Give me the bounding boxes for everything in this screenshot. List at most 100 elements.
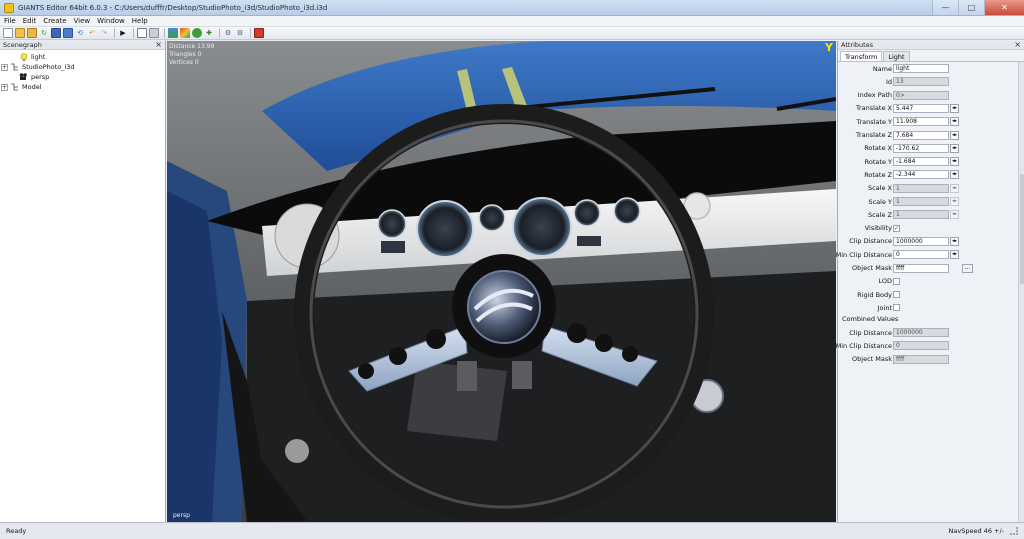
window-title: GIANTS Editor 64bit 6.0.3 - C:/Users/duf… [18, 3, 328, 12]
tree-node-persp[interactable]: persp [10, 72, 165, 82]
name-field[interactable]: light [893, 64, 949, 73]
scrollbar-thumb[interactable] [1020, 174, 1024, 284]
menu-edit[interactable]: Edit [23, 17, 37, 25]
tab-light[interactable]: Light [883, 51, 910, 61]
play-icon[interactable]: ▶ [118, 28, 128, 38]
save-as-icon[interactable] [63, 28, 73, 38]
toolbar-separator [114, 28, 115, 38]
attr-row-joint: Joint [838, 302, 1018, 313]
tree-node-model[interactable]: + Model [1, 82, 165, 92]
attr-label: Object Mask [852, 355, 892, 364]
attr-row-clip-distance: Clip Distance 1000000 ◂▸ [838, 236, 1018, 247]
translate-z-field[interactable]: 7.684 [893, 130, 949, 140]
scale-y-field: 1 [893, 197, 949, 206]
attr-row-name: Name light [838, 63, 1018, 74]
menu-window[interactable]: Window [97, 17, 125, 25]
camera-name-label: persp [173, 512, 190, 519]
rotate-y-field[interactable]: -1.684 [893, 157, 949, 167]
tree-node-studiophoto[interactable]: + StudioPhoto_i3d [1, 62, 165, 72]
visibility-checkbox[interactable]: ✓ [893, 224, 900, 232]
status-text: Ready [6, 527, 27, 535]
new-file-icon[interactable] [3, 28, 13, 38]
undo-icon[interactable]: ↶ [87, 28, 97, 38]
rigid-body-checkbox[interactable] [893, 291, 900, 299]
distance-stat: Distance 13.99 [169, 43, 215, 50]
expand-toggle[interactable]: + [1, 63, 8, 71]
minimize-button[interactable]: — [932, 0, 958, 15]
reload-icon[interactable]: ↻ [39, 28, 49, 38]
select-icon[interactable] [137, 28, 147, 38]
scale-z-stepper[interactable]: ◂▸ [950, 210, 959, 220]
foliage-icon[interactable] [192, 28, 202, 38]
object-mask-field[interactable]: ffff [893, 263, 949, 273]
attr-row-rotate-y: Rotate Y -1.684 ◂▸ [838, 156, 1018, 167]
clip-distance-stepper[interactable]: ◂▸ [950, 236, 959, 246]
attr-row-min-clip-distance: Min Clip Distance 0 ◂▸ [836, 249, 1018, 260]
resize-grip[interactable] [1010, 527, 1018, 535]
3d-viewport[interactable]: Distance 13.99 Triangles 0 Vertices 0 Y … [167, 41, 836, 522]
menu-help[interactable]: Help [132, 17, 148, 25]
rotate-y-stepper[interactable]: ◂▸ [950, 157, 959, 167]
maximize-button[interactable]: □ [958, 0, 984, 15]
toolbar-separator [219, 28, 220, 38]
open-icon[interactable] [27, 28, 37, 38]
rotate-z-stepper[interactable]: ◂▸ [950, 170, 959, 180]
move-icon[interactable]: ✚ [204, 28, 214, 38]
clip-distance-field[interactable]: 1000000 [893, 236, 949, 246]
rotate-x-stepper[interactable]: ◂▸ [950, 143, 959, 153]
transform-group-icon [10, 83, 19, 91]
gear-icon[interactable]: ⚙ [223, 28, 233, 38]
scale-x-stepper[interactable]: ◂▸ [950, 183, 959, 193]
attr-label: Clip Distance [849, 328, 892, 337]
attributes-scrollbar[interactable] [1018, 62, 1024, 522]
min-clip-distance-field[interactable]: 0 [893, 250, 949, 260]
translate-x-stepper[interactable]: ◂▸ [950, 103, 959, 113]
rotate-z-field[interactable]: -2.344 [893, 170, 949, 180]
record-icon[interactable] [254, 28, 264, 38]
tab-transform[interactable]: Transform [840, 51, 883, 61]
min-clip-distance-stepper[interactable]: ◂▸ [950, 250, 959, 260]
rotate-x-field[interactable]: -170.62 [893, 143, 949, 153]
combined-row-object-mask: Object Mask ffff [838, 354, 1018, 365]
undo-history-icon[interactable]: ⟲ [75, 28, 85, 38]
settings-icon[interactable]: ⚙ [235, 28, 245, 38]
menu-create[interactable]: Create [43, 17, 66, 25]
attr-row-translate-z: Translate Z 7.684 ◂▸ [838, 130, 1018, 141]
close-icon[interactable]: × [155, 41, 162, 49]
attr-row-translate-x: Translate X 5.447 ◂▸ [838, 103, 1018, 114]
title-bar: GIANTS Editor 64bit 6.0.3 - C:/Users/duf… [0, 0, 1024, 16]
lod-checkbox[interactable] [893, 277, 900, 285]
toolbar-separator [250, 28, 251, 38]
open-folder-icon[interactable] [15, 28, 25, 38]
attr-row-rotate-z: Rotate Z -2.344 ◂▸ [838, 169, 1018, 180]
save-icon[interactable] [51, 28, 61, 38]
terrain-icon[interactable] [168, 28, 178, 38]
camera-icon [19, 73, 28, 81]
attr-label: LOD [878, 277, 892, 286]
nav-speed-readout: NavSpeed 46 +/- [948, 527, 1004, 535]
redo-icon[interactable]: ↷ [99, 28, 109, 38]
scale-y-stepper[interactable]: ◂▸ [950, 197, 959, 206]
translate-y-stepper[interactable]: ◂▸ [950, 117, 959, 127]
close-icon[interactable]: × [1014, 41, 1021, 49]
attr-label: Id [885, 77, 892, 86]
translate-z-stepper[interactable]: ◂▸ [950, 130, 959, 140]
menu-view[interactable]: View [74, 17, 91, 25]
tree-node-light[interactable]: light [10, 52, 165, 62]
expand-toggle[interactable]: + [1, 83, 8, 91]
axis-gizmo-y: Y [825, 41, 833, 54]
toolbar-separator [133, 28, 134, 38]
attribute-tabs: Transform Light [838, 51, 1024, 62]
joint-checkbox[interactable] [893, 304, 900, 312]
translate-x-field[interactable]: 5.447 [893, 103, 949, 113]
translate-y-field[interactable]: 11.908 [893, 117, 949, 127]
attr-label: Translate X [855, 104, 892, 113]
object-mask-browse-button[interactable]: ... [962, 263, 973, 273]
lock-icon[interactable] [149, 28, 159, 38]
attr-label: Index Path [857, 91, 892, 100]
attr-label: Scale Z [867, 210, 892, 219]
menu-file[interactable]: File [4, 17, 16, 25]
close-button[interactable]: ✕ [984, 0, 1024, 15]
attributes-title: Attributes [841, 41, 874, 49]
paint-icon[interactable] [180, 28, 190, 38]
